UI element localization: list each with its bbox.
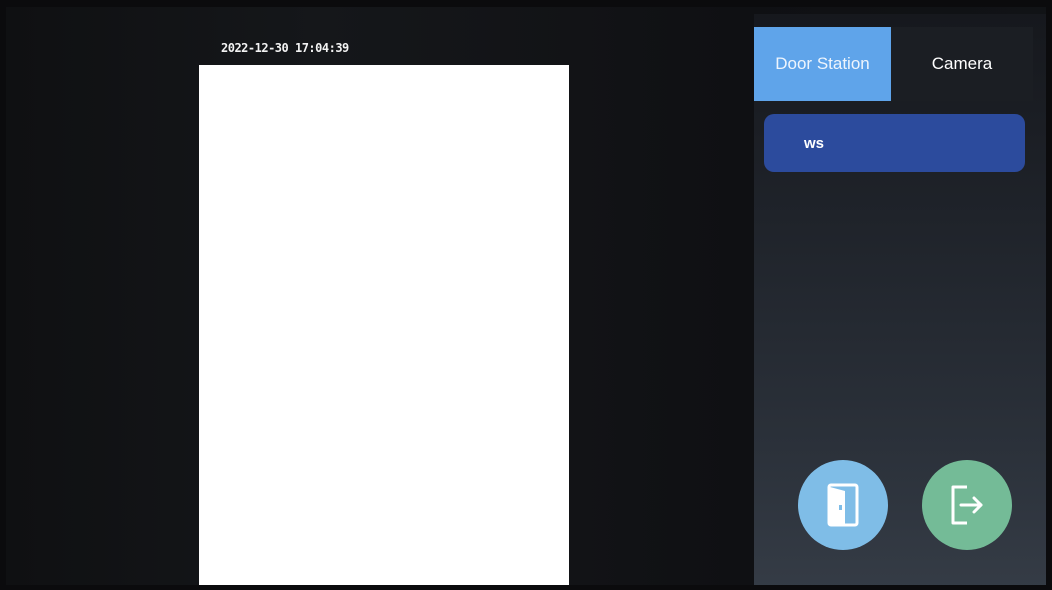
unlock-door-button[interactable] xyxy=(798,460,888,550)
video-timestamp: 2022-12-30 17:04:39 xyxy=(221,41,349,55)
device-frame: 2022-12-30 17:04:39 Door Station Camera … xyxy=(0,0,1052,590)
tab-camera[interactable]: Camera xyxy=(891,27,1033,101)
exit-icon xyxy=(947,483,987,527)
door-icon xyxy=(825,483,861,527)
exit-button[interactable] xyxy=(922,460,1012,550)
side-panel: Door Station Camera ws xyxy=(754,14,1046,585)
tab-camera-label: Camera xyxy=(931,54,993,73)
tab-door-station[interactable]: Door Station xyxy=(754,27,891,101)
video-feed xyxy=(199,65,569,585)
tab-door-station-label: Door Station xyxy=(775,54,870,73)
screen: 2022-12-30 17:04:39 Door Station Camera … xyxy=(6,7,1046,585)
device-list-item[interactable]: ws xyxy=(764,114,1025,172)
device-list-item-label: ws xyxy=(804,134,825,152)
